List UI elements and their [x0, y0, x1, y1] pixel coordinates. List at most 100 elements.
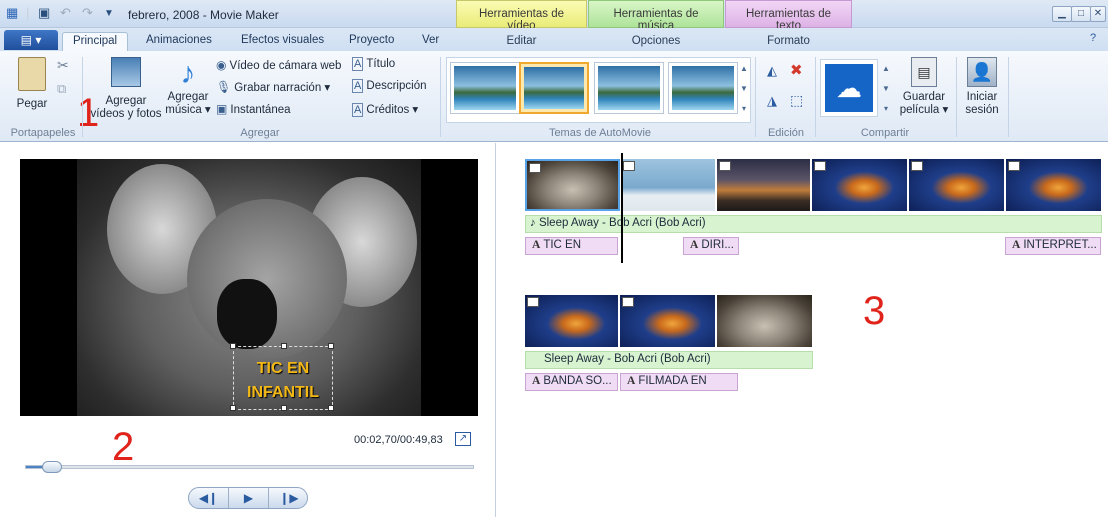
caption-icon: A: [690, 239, 699, 251]
clip-thumbnail-jellyfish[interactable]: [525, 295, 619, 347]
microphone-icon: 🎙: [216, 80, 232, 94]
add-music-label-1: Agregar: [167, 91, 209, 103]
audio-track-row2[interactable]: Sleep Away - Bob Acri (Bob Acri): [525, 351, 813, 369]
caption-icon: A: [627, 375, 636, 387]
resize-handle[interactable]: [328, 343, 334, 349]
add-videos-photos-button[interactable]: Agregar vídeos y fotos: [88, 57, 164, 121]
separator: [956, 57, 957, 137]
film-photo-icon: [111, 57, 141, 87]
remove-icon[interactable]: ✖: [790, 61, 803, 79]
minimize-button[interactable]: ▁: [1052, 6, 1072, 22]
previous-frame-button[interactable]: ◀❙: [189, 488, 229, 508]
tab-ver[interactable]: Ver: [412, 32, 449, 51]
tab-formato[interactable]: Formato: [725, 32, 852, 51]
credits-button[interactable]: A Créditos ▾: [352, 102, 418, 117]
audio-label: Sleep Away - Bob Acri (Bob Acri): [544, 353, 711, 365]
gallery-scroll-controls[interactable]: ▲ ▼ ▾: [738, 59, 750, 119]
clip-thumbnail-koala[interactable]: [525, 159, 620, 211]
help-icon[interactable]: ?: [1090, 32, 1096, 44]
seek-thumb[interactable]: [42, 461, 62, 473]
next-frame-button[interactable]: ❙▶: [269, 488, 307, 508]
paste-button[interactable]: Pegar: [12, 57, 52, 111]
resize-handle[interactable]: [328, 405, 334, 411]
caption-item[interactable]: A TIC EN: [525, 237, 618, 255]
caption-button[interactable]: A Descripción: [352, 79, 426, 93]
group-label-themes: Temas de AutoMovie: [548, 127, 652, 139]
rotate-left-icon[interactable]: ◭: [767, 63, 777, 79]
fullscreen-icon[interactable]: ↗: [455, 432, 471, 446]
sign-in-button[interactable]: 👤 Iniciar sesión: [960, 57, 1004, 117]
redo-icon[interactable]: ↷: [82, 5, 93, 21]
snapshot-button[interactable]: ▣ Instantánea: [216, 102, 291, 116]
select-all-icon[interactable]: ⬚: [790, 92, 803, 109]
clip-thumbnail-penguins[interactable]: [621, 159, 716, 211]
share-gallery-scroll[interactable]: ▲ ▼ ▾: [880, 59, 892, 119]
video-preview[interactable]: TIC EN INFANTIL: [20, 159, 478, 416]
clip-thumbnail-jellyfish[interactable]: [909, 159, 1005, 211]
caption-label: TIC EN: [543, 239, 582, 251]
title-button[interactable]: A Título: [352, 57, 395, 71]
music-note-icon: ♪: [530, 217, 536, 229]
resize-handle[interactable]: [281, 343, 287, 349]
theme-thumbnail[interactable]: [594, 62, 664, 114]
add-music-label-2: música ▾: [165, 104, 211, 116]
caption-item[interactable]: A BANDA SO...: [525, 373, 618, 391]
webcam-video-button[interactable]: ◉ Vídeo de cámara web: [216, 58, 341, 72]
caption-label: BANDA SO...: [543, 375, 612, 387]
sign-in-label-2: sesión: [965, 104, 999, 116]
theme-thumbnail[interactable]: [450, 62, 520, 114]
clip-thumbnail-koala[interactable]: [717, 295, 813, 347]
seek-bar[interactable]: [25, 461, 474, 473]
text-overlay[interactable]: TIC EN INFANTIL: [234, 357, 332, 405]
clip-thumbnail-jellyfish[interactable]: [1006, 159, 1102, 211]
resize-handle[interactable]: [230, 343, 236, 349]
playhead[interactable]: [621, 153, 623, 263]
cut-icon[interactable]: ✂: [57, 57, 69, 74]
resize-handle[interactable]: [281, 405, 287, 411]
clip-thumbnail-jellyfish[interactable]: [812, 159, 908, 211]
share-gallery[interactable]: ☁: [820, 59, 878, 117]
context-header-music-tools: Herramientas de música: [588, 0, 724, 32]
add-music-button[interactable]: ♪ Agregar música ▾: [164, 57, 212, 117]
tab-proyecto[interactable]: Proyecto: [339, 32, 404, 51]
rotate-right-icon[interactable]: ◮: [767, 93, 777, 109]
close-button[interactable]: ✕: [1090, 6, 1106, 22]
caption-label: INTERPRET...: [1023, 239, 1097, 251]
snapshot-icon: ▣: [216, 102, 228, 116]
maximize-button[interactable]: □: [1071, 6, 1091, 22]
undo-icon[interactable]: ↶: [60, 5, 71, 21]
clip-thumbnail-desert[interactable]: [717, 159, 811, 211]
theme-thumbnail-selected[interactable]: [519, 62, 589, 114]
resize-handle[interactable]: [230, 405, 236, 411]
caption-icon: A: [532, 239, 541, 251]
tab-principal[interactable]: Principal: [62, 32, 129, 51]
transition-icon: [911, 161, 923, 171]
credits-icon: A: [352, 103, 364, 117]
play-button[interactable]: ▶: [229, 488, 269, 508]
ribbon: Pegar ✂ ⧉ Portapapeles 1 Agregar vídeos …: [0, 51, 1108, 142]
caption-item[interactable]: A FILMADA EN: [620, 373, 738, 391]
separator: |: [26, 5, 30, 20]
clip-thumbnail-jellyfish[interactable]: [620, 295, 716, 347]
transition-icon: [814, 161, 826, 171]
caption-item[interactable]: A DIRI...: [683, 237, 739, 255]
theme-thumbnail[interactable]: [668, 62, 738, 114]
customize-toolbar-icon[interactable]: ▼: [104, 8, 114, 19]
tab-animaciones[interactable]: Animaciones: [136, 32, 222, 51]
file-menu-button[interactable]: ▤ ▾: [4, 30, 58, 50]
overlay-line-1: TIC EN: [256, 360, 310, 377]
title-icon: A: [352, 57, 364, 71]
caption-item[interactable]: A INTERPRET...: [1005, 237, 1101, 255]
audio-track-row1[interactable]: ♪ Sleep Away - Bob Acri (Bob Acri): [525, 215, 1102, 233]
playback-controls: ◀❙ ▶ ❙▶: [188, 487, 308, 509]
copy-icon[interactable]: ⧉: [57, 81, 66, 97]
tab-opciones[interactable]: Opciones: [588, 32, 724, 51]
record-narration-button[interactable]: 🎙 Grabar narración ▾: [216, 80, 330, 94]
tab-efectos-visuales[interactable]: Efectos visuales: [231, 32, 334, 51]
text-overlay-box[interactable]: TIC EN INFANTIL: [230, 343, 334, 411]
timecode: 00:02,70/00:49,83: [354, 434, 443, 446]
save-movie-button[interactable]: ▤ Guardar película ▾: [896, 57, 952, 117]
tab-editar[interactable]: Editar: [456, 32, 587, 51]
save-icon[interactable]: ▣: [38, 5, 50, 21]
preview-pane: TIC EN INFANTIL 00:02,70/00:49,83 ↗ 2 ◀❙…: [0, 143, 496, 517]
